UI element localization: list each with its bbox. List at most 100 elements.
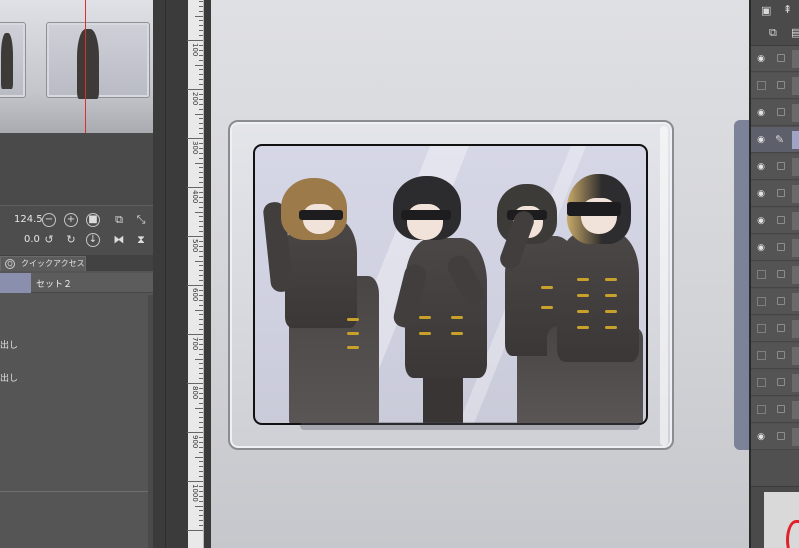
flip-horizontal-icon[interactable]: ⧓: [112, 233, 126, 247]
layer-transfer-icon[interactable]: ⇞: [783, 3, 792, 16]
ruler-tick: [199, 20, 203, 22]
layer-row[interactable]: ◉: [751, 181, 799, 207]
layer-lock-box[interactable]: [777, 108, 785, 116]
visibility-off-box[interactable]: [757, 351, 766, 360]
quick-access-set-selector[interactable]: セット２: [0, 273, 153, 293]
zoom-out-icon[interactable]: −: [42, 213, 56, 227]
visibility-off-box[interactable]: [757, 405, 766, 414]
layer-row[interactable]: ◉: [751, 235, 799, 261]
panel-divider: [0, 491, 148, 492]
tab-quick-access-label: クイックアクセス: [21, 259, 85, 268]
ruler-tick: [199, 133, 203, 135]
eye-icon[interactable]: ◉: [754, 162, 768, 172]
eye-icon[interactable]: ◉: [754, 432, 768, 442]
layer-row[interactable]: [751, 370, 799, 396]
zoom-in-icon[interactable]: +: [64, 213, 78, 227]
quick-access-body: [0, 271, 153, 548]
tab-quick-access[interactable]: Q クイックアクセス: [0, 256, 86, 271]
layer-row[interactable]: [751, 343, 799, 369]
ruler-tick: [195, 358, 203, 360]
visibility-off-box[interactable]: [757, 297, 766, 306]
ruler-tick: [195, 64, 203, 66]
layer-lock-box[interactable]: [777, 81, 785, 89]
ruler-tick: [199, 476, 203, 478]
ruler-tick: [199, 0, 203, 2]
actual-size-icon[interactable]: ⤡: [134, 213, 148, 227]
eye-icon[interactable]: ◉: [754, 216, 768, 226]
layer-lock-box[interactable]: [777, 54, 785, 62]
layer-row[interactable]: ◉ ✎: [751, 127, 799, 153]
new-layer-icon[interactable]: ⧉: [769, 26, 777, 40]
ruler-label: 200: [191, 92, 199, 106]
layer-row[interactable]: ◉: [751, 154, 799, 180]
ruler-tick: [199, 343, 203, 345]
flip-vertical-icon[interactable]: ⧗: [134, 233, 148, 247]
ruler-label: 300: [191, 141, 199, 155]
navigator-preview[interactable]: [0, 0, 153, 133]
rotation-value[interactable]: 0.0: [24, 234, 40, 245]
ruler-label: 600: [191, 288, 199, 302]
new-folder-icon[interactable]: ▤: [791, 26, 799, 39]
layer-row[interactable]: ◉: [751, 46, 799, 72]
ruler-tick: [199, 363, 203, 365]
visibility-off-box[interactable]: [757, 324, 766, 333]
layer-row[interactable]: [751, 397, 799, 423]
eye-icon[interactable]: ◉: [754, 108, 768, 118]
ruler-tick: [195, 309, 203, 311]
layer-row[interactable]: ◉: [751, 208, 799, 234]
layer-row[interactable]: [751, 73, 799, 99]
ruler-tick: [199, 49, 203, 51]
layer-lock-box[interactable]: [777, 378, 785, 386]
rotate-right-icon[interactable]: ↻: [64, 233, 78, 247]
visibility-off-box[interactable]: [757, 270, 766, 279]
navigator-thumb-right: [46, 22, 150, 99]
ruler-tick: [195, 260, 203, 262]
ruler-tick: [199, 25, 203, 27]
layer-lock-box[interactable]: [777, 189, 785, 197]
eye-icon[interactable]: ◉: [754, 189, 768, 199]
layer-lock-box[interactable]: [777, 297, 785, 305]
layer-lock-box[interactable]: [777, 324, 785, 332]
ruler-tick: [199, 436, 203, 438]
eye-icon[interactable]: ◉: [754, 135, 768, 145]
layer-lock-box[interactable]: [777, 270, 785, 278]
zoom-value[interactable]: 124.5: [14, 214, 43, 225]
layer-settings-icon[interactable]: ▣: [761, 4, 771, 17]
layer-thumbnail: [792, 239, 799, 257]
ruler-tick: [199, 59, 203, 61]
layer-lock-box[interactable]: [777, 351, 785, 359]
layer-lock-box[interactable]: [777, 216, 785, 224]
reset-rotation-icon[interactable]: ↓: [86, 233, 100, 247]
layer-lock-box[interactable]: [777, 432, 785, 440]
layer-thumbnail: [792, 77, 799, 95]
fit-icon[interactable]: ■: [86, 213, 100, 227]
layer-row[interactable]: ◉: [751, 424, 799, 450]
ruler-tick: [199, 93, 203, 95]
ruler-tick: [199, 520, 203, 522]
eye-icon[interactable]: ◉: [754, 54, 768, 64]
ruler-tick: [199, 319, 203, 321]
layer-lock-box[interactable]: [777, 162, 785, 170]
layer-lock-box[interactable]: [777, 243, 785, 251]
layer-thumbnail: [792, 347, 799, 365]
ruler-tick: [199, 373, 203, 375]
layer-row[interactable]: [751, 262, 799, 288]
vertical-ruler[interactable]: 100 200 300 400 500 600 700 800 900 1000: [187, 0, 204, 548]
layer-row[interactable]: ◉: [751, 100, 799, 126]
pen-icon[interactable]: ✎: [775, 133, 784, 146]
ruler-tick: [199, 466, 203, 468]
fit-window-icon[interactable]: ⧉: [112, 213, 126, 227]
quick-access-item[interactable]: 出し: [0, 338, 18, 351]
quick-access-item[interactable]: 出し: [0, 371, 18, 384]
ruler-tick: [199, 304, 203, 306]
ruler-tick: [199, 422, 203, 424]
layer-lock-box[interactable]: [777, 405, 785, 413]
eye-icon[interactable]: ◉: [754, 243, 768, 253]
visibility-off-box[interactable]: [757, 81, 766, 90]
layer-row[interactable]: [751, 316, 799, 342]
rotate-left-icon[interactable]: ↺: [42, 233, 56, 247]
layer-row[interactable]: [751, 289, 799, 315]
ruler-tick: [199, 69, 203, 71]
navigator-view-frame[interactable]: [85, 0, 86, 150]
visibility-off-box[interactable]: [757, 378, 766, 387]
